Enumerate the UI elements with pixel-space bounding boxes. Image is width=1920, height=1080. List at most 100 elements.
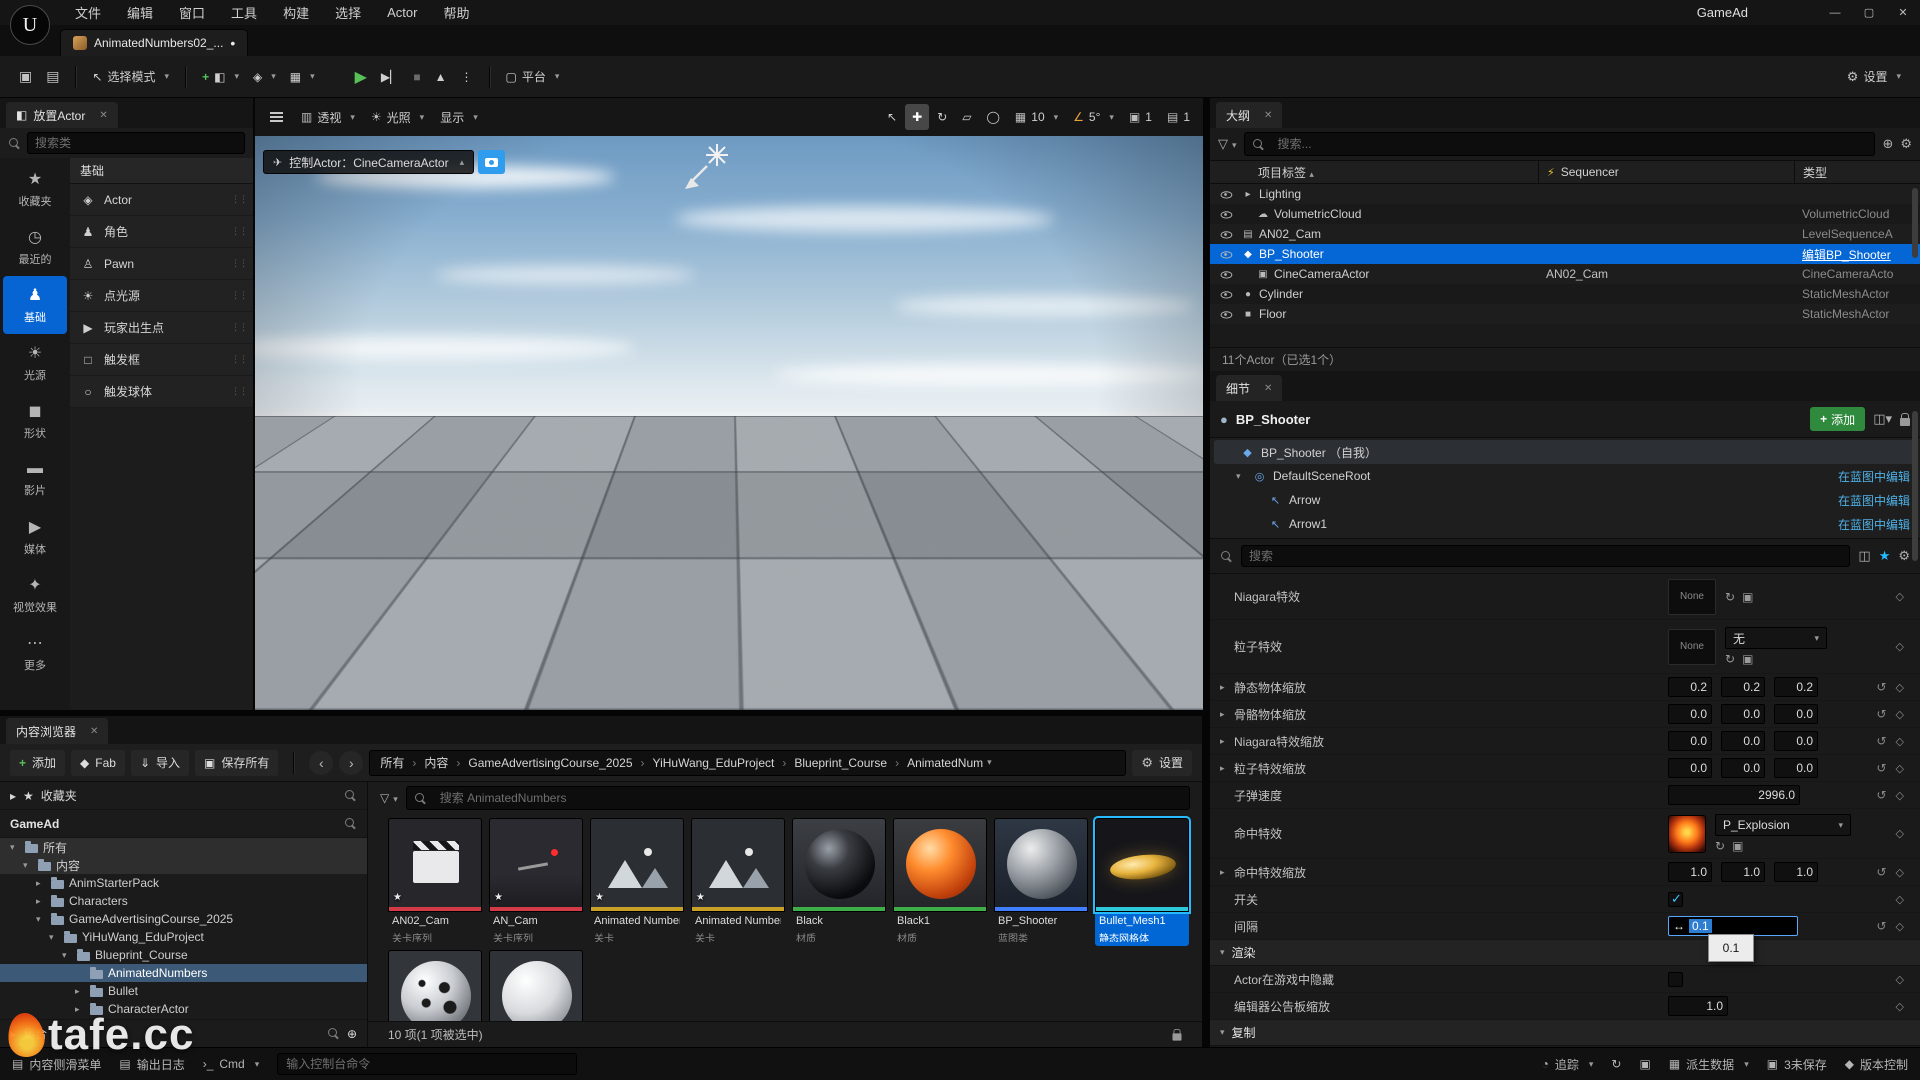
viewport-menu-icon[interactable] <box>261 104 292 130</box>
expander-icon[interactable]: ▸ <box>1220 867 1234 878</box>
revision-control-button[interactable]: ◆ 版本控制 <box>1845 1056 1908 1073</box>
move-tool-icon[interactable]: ✚ <box>905 104 930 130</box>
place-actor-item[interactable]: ○ 触发球体 ⋮⋮ <box>70 376 253 408</box>
world-space-icon[interactable]: ◯ <box>979 104 1006 130</box>
lock-icon[interactable] <box>1172 1028 1182 1041</box>
browse-asset-icon[interactable]: ▣ <box>1742 652 1753 666</box>
asset-tile[interactable]: ★ Bullet_Mesh1 静态网格体 <box>1093 816 1191 946</box>
reset-diamond-icon[interactable]: ◇ <box>1896 681 1904 694</box>
explosion-thumbnail[interactable] <box>1668 814 1706 853</box>
reset-diamond-icon[interactable]: ◇ <box>1896 920 1904 933</box>
category-item[interactable]: ▬ 影片 <box>0 450 70 508</box>
expander-icon[interactable]: ▾ <box>49 932 59 943</box>
expander-icon[interactable]: ▸ <box>75 986 85 997</box>
category-item[interactable]: ▶ 媒体 <box>0 508 70 566</box>
particle-dropdown[interactable]: 无 ▾ <box>1725 627 1827 649</box>
folder-row[interactable]: ▸ Bullet <box>0 982 367 1000</box>
stop-button[interactable]: ■ <box>406 63 427 91</box>
filter-icon[interactable]: ▽ ▾ <box>1218 136 1237 152</box>
expander-icon[interactable]: ▸ <box>1220 736 1234 747</box>
asset-tile[interactable]: ★ AN_Cam 关卡序列 <box>489 818 583 946</box>
folder-row[interactable]: ▸ Characters <box>0 892 367 910</box>
visibility-eye-icon[interactable] <box>1220 189 1233 200</box>
asset-tile[interactable]: ★ AN02_Cam 关卡序列 <box>388 818 482 946</box>
visibility-eye-icon[interactable] <box>1220 309 1233 320</box>
category-item[interactable]: ★ 收藏夹 <box>0 160 70 218</box>
frame-skip-button[interactable]: ▶▏ <box>374 63 406 91</box>
x-value-field[interactable]: 0.0 <box>1668 704 1712 724</box>
edit-in-blueprint-link[interactable]: 在蓝图中编辑 <box>1838 516 1910 533</box>
add-collection-icon[interactable]: ⊕ <box>347 1027 357 1041</box>
revert-icon[interactable]: ↺ <box>1876 865 1886 879</box>
add-actor-dropdown[interactable]: + ◧ ▾ <box>195 63 246 91</box>
z-value-field[interactable]: 0.2 <box>1774 677 1818 697</box>
drag-handle-icon[interactable]: ⋮⋮ <box>231 194 248 205</box>
browse-asset-icon[interactable]: ▣ <box>1742 590 1753 604</box>
visibility-eye-icon[interactable] <box>1220 289 1233 300</box>
search-icon[interactable] <box>344 817 357 830</box>
z-value-field[interactable]: 0.0 <box>1774 758 1818 778</box>
reset-diamond-icon[interactable]: ◇ <box>1896 762 1904 775</box>
cinematic-preview-button[interactable]: ▤ 1 <box>1160 104 1197 130</box>
place-actor-item[interactable]: □ 触发框 ⋮⋮ <box>70 344 253 376</box>
rotate-tool-icon[interactable]: ↻ <box>930 104 954 130</box>
content-browser-tab[interactable]: 内容浏览器 ✕ <box>6 718 109 744</box>
use-selected-icon[interactable]: ↻ <box>1725 652 1735 666</box>
y-value-field[interactable]: 0.0 <box>1721 758 1765 778</box>
reset-diamond-icon[interactable]: ◇ <box>1896 827 1904 840</box>
reset-diamond-icon[interactable]: ◇ <box>1896 708 1904 721</box>
cb-settings-button[interactable]: ⚙ 设置 <box>1132 749 1192 776</box>
browse-content-icon[interactable]: ▤ <box>39 63 66 91</box>
revert-icon[interactable]: ↺ <box>1876 707 1886 721</box>
forward-button[interactable]: › <box>339 750 364 775</box>
expander-icon[interactable]: ▾ <box>1236 471 1246 482</box>
settings-dropdown[interactable]: ⚙ 设置 ▾ <box>1840 63 1908 91</box>
perspective-dropdown[interactable]: ▥ 透视 ▾ <box>294 104 362 130</box>
category-item[interactable]: ⋯ 更多 <box>0 624 70 682</box>
category-item[interactable]: ◼ 形状 <box>0 392 70 450</box>
folder-row[interactable]: ▾ YiHuWang_EduProject <box>0 928 367 946</box>
x-value-field[interactable]: 1.0 <box>1668 862 1712 882</box>
drag-handle-icon[interactable]: ⋮⋮ <box>231 322 248 333</box>
breadcrumb-item[interactable]: Blueprint_Course <box>774 756 887 770</box>
reset-diamond-icon[interactable]: ◇ <box>1896 973 1904 986</box>
scrollbar[interactable] <box>1912 188 1918 258</box>
y-value-field[interactable]: 1.0 <box>1721 862 1765 882</box>
edit-in-blueprint-link[interactable]: 在蓝图中编辑 <box>1838 492 1910 509</box>
unsaved-button[interactable]: ▣ 3未保存 <box>1767 1056 1827 1073</box>
expander-icon[interactable]: ▾ <box>62 950 72 961</box>
eject-button[interactable]: ▲ <box>428 63 454 91</box>
revert-icon[interactable]: ↺ <box>1876 919 1886 933</box>
scale-tool-icon[interactable]: ▱ <box>955 104 978 130</box>
close-icon[interactable]: ✕ <box>1264 383 1272 394</box>
revert-icon[interactable]: ↺ <box>1876 680 1886 694</box>
new-folder-icon[interactable]: ⊕ <box>1882 136 1893 152</box>
breadcrumb-bar[interactable]: 所有内容GameAdvertisingCourse_2025YiHuWang_E… <box>369 749 1127 776</box>
unreal-logo[interactable]: U <box>10 5 50 45</box>
z-value-field[interactable]: 0.0 <box>1774 704 1818 724</box>
outliner-tab[interactable]: 大纲 ✕ <box>1216 102 1283 128</box>
bullet-speed-field[interactable]: 2996.0 <box>1668 785 1800 805</box>
place-search-input[interactable] <box>27 132 245 154</box>
visibility-eye-icon[interactable] <box>1220 269 1233 280</box>
grid-snap-dropdown[interactable]: ▦ 10 ▾ <box>1008 104 1065 130</box>
folder-row[interactable]: ▸ AnimStarterPack <box>0 874 367 892</box>
outliner-row[interactable]: ☁ VolumetricCloud VolumetricCloud <box>1210 204 1920 224</box>
breadcrumb-item[interactable]: AnimatedNum <box>887 756 983 770</box>
outliner-settings-icon[interactable]: ⚙ <box>1900 136 1912 152</box>
outliner-row[interactable]: ▣ CineCameraActor AN02_Cam CineCameraAct… <box>1210 264 1920 284</box>
scrollbar[interactable] <box>1912 411 1918 561</box>
browse-asset-icon[interactable]: ▣ <box>1732 839 1743 853</box>
reset-diamond-icon[interactable]: ◇ <box>1896 893 1904 906</box>
folder-row[interactable]: AnimatedNumbers <box>0 964 367 982</box>
details-search-input[interactable] <box>1241 545 1851 567</box>
viewport-scene[interactable]: z Y ✈ 控制Actor：CineCameraActor ▴ <box>255 136 1203 710</box>
minimize-button[interactable]: — <box>1818 0 1852 25</box>
close-icon[interactable]: ✕ <box>90 726 98 737</box>
switch-checkbox[interactable] <box>1668 891 1683 907</box>
save-icon[interactable]: ▣ <box>12 63 39 91</box>
hit-fx-dropdown[interactable]: P_Explosion ▾ <box>1715 814 1851 836</box>
outliner-header[interactable]: 项目标签 ▴ ⚡ Sequencer 类型 <box>1210 160 1920 184</box>
panel-splitter[interactable] <box>0 710 1203 716</box>
edit-in-blueprint-link[interactable]: 在蓝图中编辑 <box>1838 468 1910 485</box>
